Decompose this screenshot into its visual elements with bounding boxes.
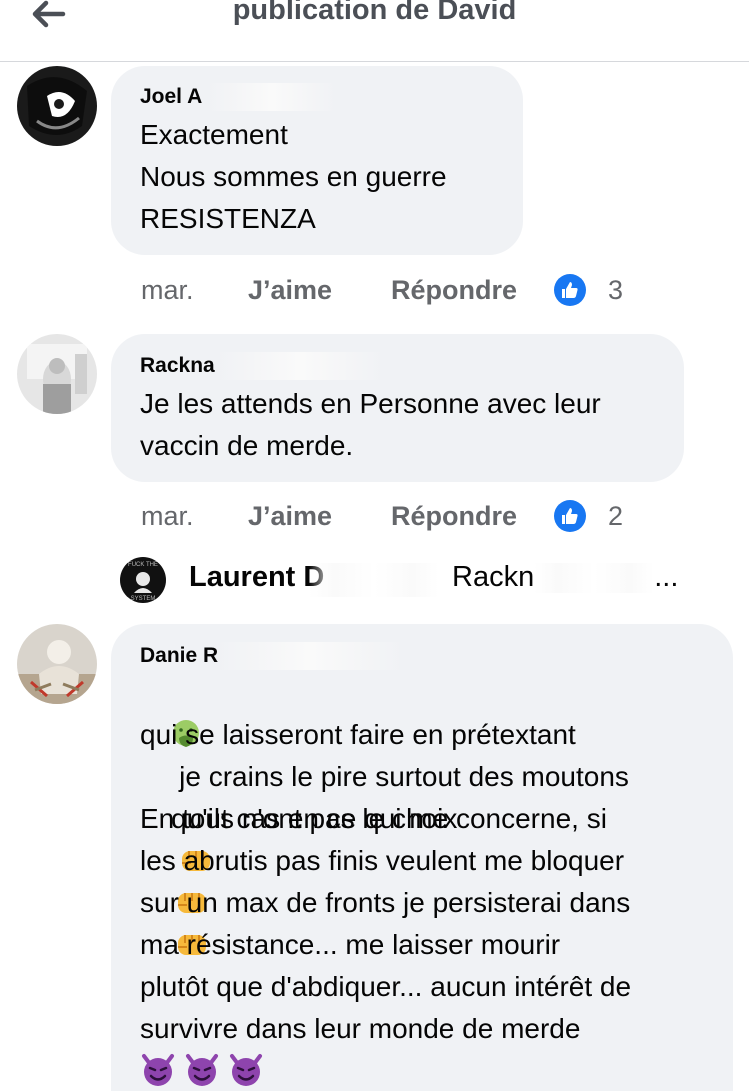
reaction-summary[interactable]: 3: [554, 274, 623, 306]
like-button[interactable]: J’aime: [248, 501, 391, 532]
redaction-blur: [215, 642, 405, 670]
redaction-blur: [207, 83, 337, 111]
comment-author[interactable]: Joel A: [140, 85, 202, 109]
comment-line: RESISTENZA: [140, 203, 316, 234]
reply-snippet: Rackn...: [452, 561, 678, 594]
avatar-joel[interactable]: [17, 66, 97, 146]
reaction-count: 3: [608, 274, 624, 305]
comment-line: Nous sommes en guerre: [140, 161, 447, 192]
like-icon: [554, 274, 586, 306]
comment-time[interactable]: mar.: [141, 275, 248, 306]
reply-snippet-end: ...: [654, 561, 679, 593]
page-title: publication de David: [232, 0, 517, 26]
comment-actions-1: mar. J’aime Répondre 3: [141, 270, 623, 310]
reply-button[interactable]: Répondre: [391, 501, 554, 532]
smiling-face-with-horns-emoji: [186, 1054, 218, 1086]
comment-line: plutôt que d'abdiquer... aucun intérêt d…: [140, 971, 632, 1002]
reaction-count: 2: [608, 500, 624, 531]
comment-actions-2: mar. J’aime Répondre 2: [141, 496, 623, 536]
like-icon: [554, 500, 586, 532]
avatar-laurent[interactable]: FUCK THE SYSTEM: [120, 557, 166, 603]
reaction-summary[interactable]: 2: [554, 500, 623, 532]
comment-author[interactable]: Rackna: [140, 354, 215, 378]
top-bar: publication de David: [0, 0, 749, 62]
avatar-rackna[interactable]: [17, 334, 97, 414]
smiling-face-with-horns-emoji: [142, 1054, 174, 1086]
comment-line: Je les attends en Personne avec leur: [140, 388, 601, 419]
avatar-danie[interactable]: [17, 624, 97, 704]
reply-snippet-start: Rackn: [452, 561, 535, 593]
avatar-text-top: FUCK THE: [128, 562, 158, 568]
reply-author[interactable]: Laurent D: [189, 561, 324, 594]
comment-bubble-2: Rackna Je les attends en Personne avec l…: [111, 334, 684, 482]
redaction-blur: [215, 352, 385, 380]
comment-emoji-line: [140, 1052, 264, 1091]
comment-bubble-1: Joel A Exactement Nous sommes en guerre …: [111, 66, 523, 255]
avatar-text-bottom: SYSTEM: [131, 596, 156, 602]
comment-line: qui se laisseront faire en prétextant: [140, 719, 576, 750]
comment-time[interactable]: mar.: [141, 501, 248, 532]
comment-line: Exactement: [140, 119, 288, 150]
comment-line: vaccin de merde.: [140, 430, 354, 461]
comment-line: En tout cas en ce qui me concerne, si: [140, 803, 607, 834]
like-button[interactable]: J’aime: [248, 275, 391, 306]
redaction-blur: [309, 563, 439, 597]
comment-author[interactable]: Danie R: [140, 644, 218, 668]
reply-button[interactable]: Répondre: [391, 275, 554, 306]
comment-line: survivre dans leur monde de merde: [140, 1013, 581, 1044]
smiling-face-with-horns-emoji: [230, 1054, 262, 1086]
comment-bubble-3: Danie R je crains le pire surtout des mo…: [111, 624, 733, 1091]
comment-line: ma résistance... me laisser mourir: [140, 929, 561, 960]
comment-line: sur un max de fronts je persisterai dans: [140, 887, 631, 918]
comment-line: les abrutis pas finis veulent me bloquer: [140, 845, 625, 876]
redaction-blur: [534, 563, 655, 594]
